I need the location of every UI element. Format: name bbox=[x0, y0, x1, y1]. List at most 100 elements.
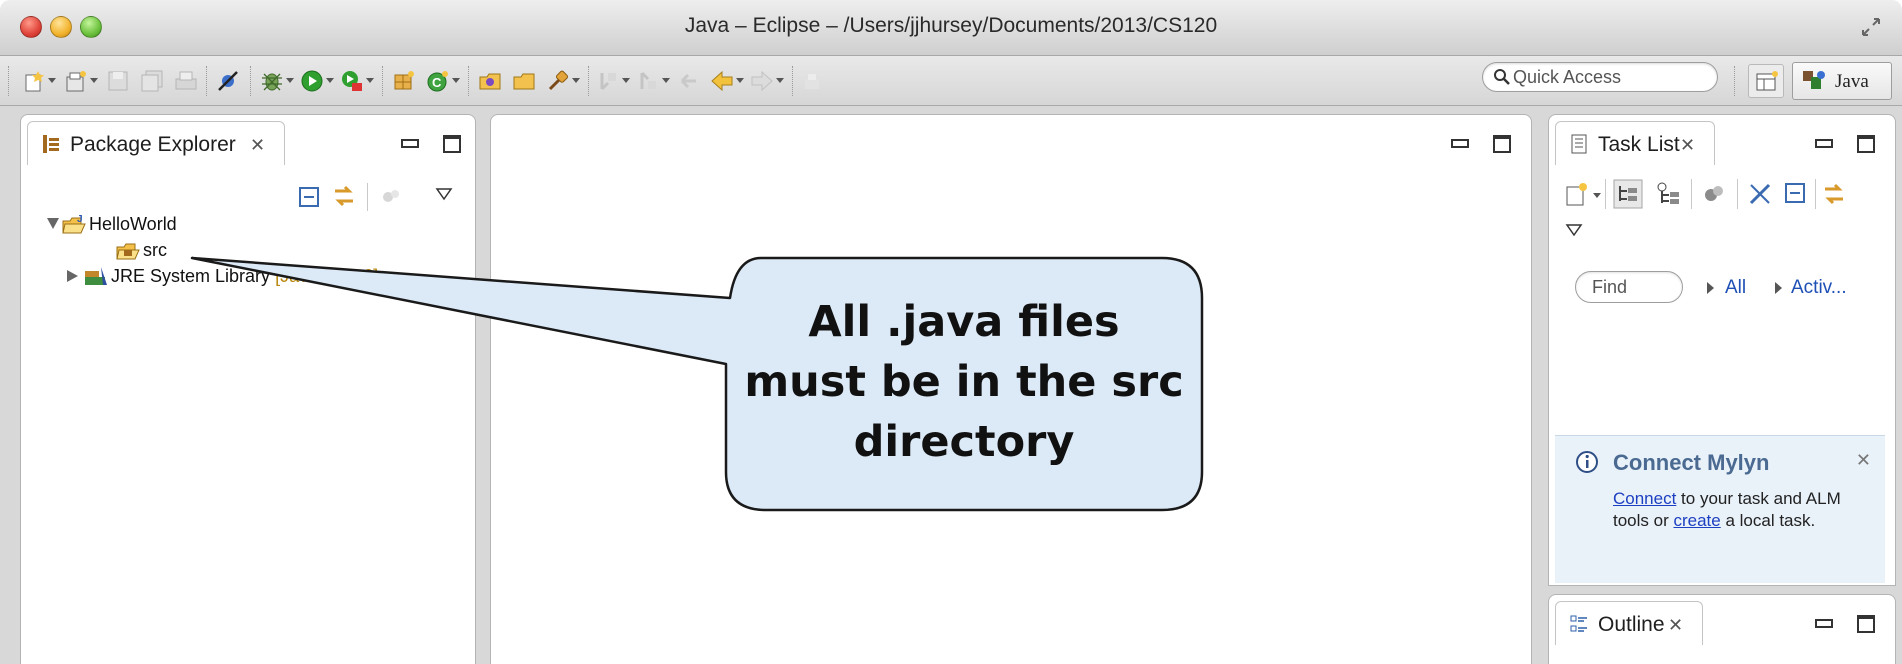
debug-icon[interactable] bbox=[260, 69, 284, 93]
minimize-icon[interactable] bbox=[1815, 139, 1833, 148]
filter-all-link[interactable]: All bbox=[1725, 277, 1746, 299]
info-icon bbox=[1576, 451, 1598, 473]
focus-on-active-task-icon[interactable] bbox=[379, 185, 403, 209]
view-menu-icon[interactable] bbox=[435, 187, 453, 201]
toolbar-separator bbox=[468, 66, 469, 96]
categorized-icon[interactable] bbox=[1613, 179, 1643, 209]
minimize-icon[interactable] bbox=[401, 139, 419, 148]
new-project-icon[interactable] bbox=[64, 69, 88, 93]
maximize-icon[interactable] bbox=[1493, 135, 1511, 153]
next-annotation-icon[interactable] bbox=[596, 69, 620, 93]
maximize-icon[interactable] bbox=[443, 135, 461, 153]
window-title: Java – Eclipse – /Users/jjhursey/Documen… bbox=[684, 14, 1218, 37]
perspective-label: Java bbox=[1835, 71, 1869, 92]
forward-icon[interactable] bbox=[750, 69, 774, 93]
search-tool-icon[interactable] bbox=[546, 69, 570, 93]
hide-completed-icon[interactable] bbox=[1747, 181, 1773, 207]
close-icon[interactable]: ✕ bbox=[1668, 615, 1683, 636]
print-icon[interactable] bbox=[174, 69, 198, 93]
search-dropdown[interactable] bbox=[572, 78, 580, 83]
expand-toggle[interactable] bbox=[67, 270, 78, 282]
close-icon[interactable]: ✕ bbox=[1680, 135, 1695, 156]
save-icon[interactable] bbox=[106, 69, 130, 93]
close-icon[interactable]: ✕ bbox=[1856, 450, 1871, 471]
new-java-package-icon[interactable] bbox=[392, 69, 416, 93]
title-bar: Java – Eclipse – /Users/jjhursey/Documen… bbox=[0, 0, 1902, 56]
toolbar-separator bbox=[1734, 66, 1735, 96]
java-perspective-button[interactable]: Java bbox=[1792, 62, 1892, 100]
filter-arrow-icon bbox=[1707, 282, 1714, 294]
find-field[interactable] bbox=[1575, 271, 1683, 303]
tree-label: src bbox=[143, 240, 167, 260]
view-toolbar-separator bbox=[1691, 179, 1692, 209]
focus-on-workweek-icon[interactable] bbox=[1701, 181, 1727, 207]
fullscreen-icon[interactable] bbox=[1860, 16, 1882, 38]
toolbar-separator bbox=[206, 66, 207, 96]
save-all-icon[interactable] bbox=[140, 69, 164, 93]
connect-link[interactable]: Connect bbox=[1613, 489, 1676, 508]
new-java-class-icon[interactable]: C bbox=[426, 69, 450, 93]
callout-line-1: All .java files bbox=[808, 297, 1120, 347]
skip-breakpoints-icon[interactable] bbox=[216, 69, 240, 93]
mylyn-title: Connect Mylyn bbox=[1613, 450, 1770, 475]
view-menu-icon[interactable] bbox=[1565, 223, 1583, 237]
toolbar-separator bbox=[8, 66, 9, 96]
minimize-icon[interactable] bbox=[1815, 619, 1833, 628]
back-dropdown[interactable] bbox=[736, 78, 744, 83]
new-task-dropdown[interactable] bbox=[1593, 193, 1601, 198]
mylyn-text-2: a local task. bbox=[1720, 511, 1816, 530]
collapse-all-icon[interactable] bbox=[1783, 181, 1807, 205]
open-perspective-icon bbox=[1756, 71, 1778, 91]
expand-toggle[interactable] bbox=[47, 218, 59, 229]
view-toolbar-separator bbox=[1605, 179, 1606, 209]
close-icon[interactable]: ✕ bbox=[250, 135, 265, 156]
external-tools-icon[interactable] bbox=[340, 69, 364, 93]
tab-package-explorer[interactable]: Package Explorer ✕ bbox=[27, 121, 285, 165]
run-icon[interactable] bbox=[300, 69, 324, 93]
last-edit-location-icon[interactable] bbox=[676, 69, 700, 93]
tree-label: HelloWorld bbox=[89, 214, 177, 234]
back-icon[interactable] bbox=[710, 69, 734, 93]
external-tools-dropdown[interactable] bbox=[366, 78, 374, 83]
filter-arrow-icon bbox=[1775, 282, 1782, 294]
new-task-icon[interactable] bbox=[1565, 181, 1589, 207]
forward-dropdown[interactable] bbox=[776, 78, 784, 83]
debug-dropdown[interactable] bbox=[286, 78, 294, 83]
link-with-editor-icon[interactable] bbox=[331, 183, 357, 209]
new-icon[interactable] bbox=[22, 69, 46, 93]
open-perspective-button[interactable] bbox=[1748, 64, 1784, 98]
java-project-icon: J bbox=[62, 214, 86, 234]
maximize-icon[interactable] bbox=[1857, 135, 1875, 153]
synchronize-icon[interactable] bbox=[1821, 181, 1847, 207]
previous-annotation-dropdown[interactable] bbox=[662, 78, 670, 83]
callout-line-3: directory bbox=[853, 417, 1075, 467]
maximize-icon[interactable] bbox=[1857, 615, 1875, 633]
tab-task-list[interactable]: Task List ✕ bbox=[1555, 121, 1715, 165]
filter-active-link[interactable]: Activ... bbox=[1791, 277, 1847, 299]
tab-outline[interactable]: Outline ✕ bbox=[1555, 601, 1703, 645]
open-type-icon[interactable] bbox=[478, 69, 502, 93]
open-task-icon[interactable] bbox=[512, 69, 536, 93]
previous-annotation-icon[interactable] bbox=[636, 69, 660, 93]
package-explorer-icon bbox=[43, 135, 59, 153]
quick-access-field[interactable] bbox=[1482, 62, 1718, 92]
run-dropdown[interactable] bbox=[326, 78, 334, 83]
package-explorer-view: Package Explorer ✕ J HelloWorld src JRE … bbox=[20, 114, 476, 664]
next-annotation-dropdown[interactable] bbox=[622, 78, 630, 83]
find-input[interactable] bbox=[1592, 276, 1676, 298]
new-java-class-dropdown[interactable] bbox=[452, 78, 460, 83]
pin-editor-icon[interactable] bbox=[800, 69, 824, 93]
java-perspective-icon bbox=[1803, 71, 1825, 89]
tab-label: Outline bbox=[1598, 613, 1665, 636]
create-link[interactable]: create bbox=[1673, 511, 1720, 530]
minimize-icon[interactable] bbox=[1451, 139, 1469, 148]
view-toolbar-separator bbox=[1737, 179, 1738, 209]
collapse-all-icon[interactable] bbox=[297, 185, 321, 209]
toolbar-separator bbox=[250, 66, 251, 96]
task-list-view: Task List ✕ All Activ... Connect Mylyn bbox=[1548, 114, 1896, 586]
new-project-dropdown[interactable] bbox=[90, 78, 98, 83]
new-dropdown[interactable] bbox=[48, 78, 56, 83]
quick-access-input[interactable] bbox=[1513, 65, 1709, 89]
scheduled-icon[interactable] bbox=[1655, 181, 1681, 207]
toolbar-separator bbox=[792, 66, 793, 96]
